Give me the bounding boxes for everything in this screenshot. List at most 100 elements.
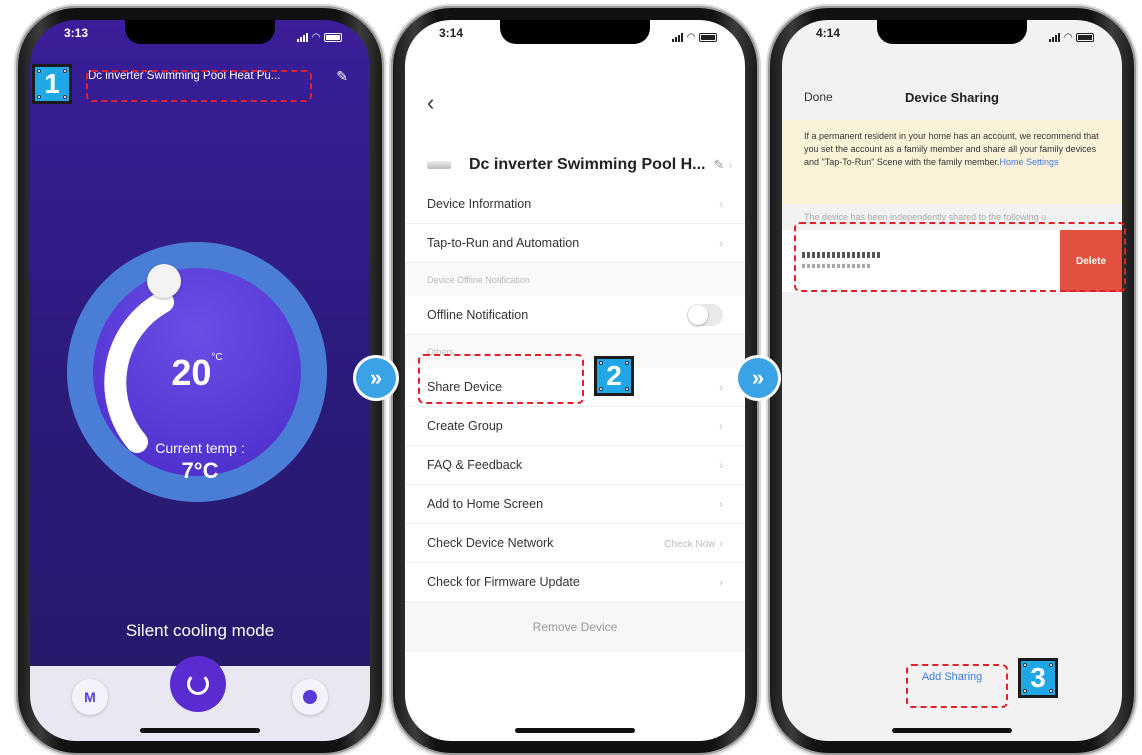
check-now-label: Check Now bbox=[664, 539, 716, 550]
nav-header: Done Device Sharing bbox=[782, 90, 1122, 112]
status-icons: ◠ bbox=[672, 26, 717, 48]
marker-dot bbox=[1023, 663, 1027, 667]
row-firmware-update[interactable]: Check for Firmware Update › bbox=[405, 563, 745, 602]
mode-button[interactable]: M bbox=[72, 679, 108, 715]
setpoint-value: 20 bbox=[171, 352, 212, 393]
setpoint-unit: °C bbox=[211, 352, 223, 363]
step-marker-1: 1 bbox=[32, 64, 72, 104]
row-tap-to-run[interactable]: Tap-to-Run and Automation › bbox=[405, 224, 745, 263]
section-header-offline: Device Offline Notification bbox=[405, 263, 745, 296]
marker-dot bbox=[1049, 663, 1053, 667]
chevron-right-icon: › bbox=[719, 197, 723, 211]
step-number: 3 bbox=[1030, 662, 1046, 693]
chevron-right-icon: › bbox=[719, 497, 723, 511]
wifi-icon: ◠ bbox=[312, 31, 320, 43]
chevron-right-icon: › bbox=[719, 458, 723, 472]
chevron-right-icon: › bbox=[719, 419, 723, 433]
setpoint-temperature: 20°C bbox=[67, 352, 327, 394]
row-label: FAQ & Feedback bbox=[427, 458, 523, 472]
signal-icon bbox=[297, 32, 309, 42]
marker-dot bbox=[37, 69, 41, 73]
status-time: 4:14 bbox=[816, 26, 841, 40]
row-create-group[interactable]: Create Group › bbox=[405, 407, 745, 446]
step-number: 2 bbox=[606, 360, 622, 391]
current-temp-label: Current temp : bbox=[155, 440, 245, 456]
mode-button-label: M bbox=[84, 689, 96, 705]
notch bbox=[125, 20, 275, 44]
device-name: Dc inverter Swimming Pool H... bbox=[469, 156, 706, 173]
notch bbox=[500, 20, 650, 44]
chevron-right-icon: › bbox=[719, 536, 723, 550]
row-label: Offline Notification bbox=[427, 308, 529, 322]
row-faq-feedback[interactable]: FAQ & Feedback › bbox=[405, 446, 745, 485]
status-time: 3:14 bbox=[439, 26, 464, 40]
edit-icon[interactable]: ✎ bbox=[714, 157, 725, 173]
marker-dot bbox=[63, 95, 67, 99]
signal-icon bbox=[1049, 32, 1061, 42]
next-step-arrow-1: » bbox=[356, 358, 396, 398]
notch bbox=[877, 20, 1027, 44]
marker-dot bbox=[599, 361, 603, 365]
phone-frame-3: 4:14 ◠ Done Device Sharing If a permanen… bbox=[770, 8, 1134, 753]
row-offline-notification: Offline Notification bbox=[405, 296, 745, 335]
back-chevron-icon[interactable]: ‹ bbox=[427, 90, 434, 116]
chevron-right-icon: › bbox=[719, 575, 723, 589]
row-label: Check for Firmware Update bbox=[427, 575, 580, 589]
wifi-icon: ◠ bbox=[1064, 31, 1072, 43]
highlight-shared-user bbox=[794, 222, 1126, 292]
screen-device-control: 3:13 ◠ Dc inverter Swimming Pool Heat Pu… bbox=[30, 20, 370, 741]
battery-icon bbox=[699, 32, 717, 42]
page-title: Device Sharing bbox=[905, 90, 999, 105]
timer-button[interactable] bbox=[292, 679, 328, 715]
step-marker-3: 3 bbox=[1018, 658, 1058, 698]
status-time: 3:13 bbox=[64, 26, 89, 40]
home-settings-link[interactable]: Home Settings bbox=[999, 157, 1058, 167]
marker-dot bbox=[625, 387, 629, 391]
row-add-home-screen[interactable]: Add to Home Screen › bbox=[405, 485, 745, 524]
marker-dot bbox=[1049, 689, 1053, 693]
next-step-arrow-2: » bbox=[738, 358, 778, 398]
screen-device-sharing: 4:14 ◠ Done Device Sharing If a permanen… bbox=[782, 20, 1122, 741]
current-temp-value: 7°C bbox=[181, 458, 219, 483]
status-icons: ◠ bbox=[1049, 26, 1094, 48]
battery-icon bbox=[324, 32, 342, 42]
home-indicator bbox=[515, 728, 635, 733]
chevron-right-icon: › bbox=[728, 158, 733, 172]
home-indicator bbox=[140, 728, 260, 733]
row-label: Tap-to-Run and Automation bbox=[427, 236, 580, 250]
row-label: Check Device Network bbox=[427, 536, 554, 550]
row-check-network[interactable]: Check Device Network Check Now › bbox=[405, 524, 745, 563]
device-header[interactable]: Dc inverter Swimming Pool H... ✎ › bbox=[405, 140, 745, 190]
signal-icon bbox=[672, 32, 684, 42]
marker-dot bbox=[625, 361, 629, 365]
wifi-icon: ◠ bbox=[687, 31, 695, 43]
step-marker-2: 2 bbox=[594, 356, 634, 396]
mode-label: Silent cooling mode bbox=[125, 621, 275, 640]
highlight-share-device bbox=[418, 354, 584, 404]
row-label: Device Information bbox=[427, 197, 532, 211]
power-button[interactable] bbox=[170, 656, 226, 712]
home-indicator bbox=[892, 728, 1012, 733]
marker-dot bbox=[599, 387, 603, 391]
edit-icon[interactable]: ✎ bbox=[336, 68, 348, 85]
shared-to-label: The device has been independently shared… bbox=[804, 212, 1047, 222]
battery-icon bbox=[1076, 32, 1094, 42]
marker-dot bbox=[63, 69, 67, 73]
clock-icon bbox=[303, 690, 317, 704]
highlight-device-title bbox=[86, 70, 312, 102]
highlight-add-sharing bbox=[906, 664, 1008, 708]
device-thumbnail bbox=[427, 161, 451, 169]
power-icon bbox=[187, 673, 209, 695]
offline-notification-toggle[interactable] bbox=[687, 304, 723, 326]
family-member-notice: If a permanent resident in your home has… bbox=[782, 120, 1122, 204]
row-device-information[interactable]: Device Information › bbox=[405, 185, 745, 224]
remove-device-button[interactable]: Remove Device bbox=[405, 602, 745, 652]
settings-list: Device Information › Tap-to-Run and Autom… bbox=[405, 185, 745, 652]
chevron-right-icon: › bbox=[719, 236, 723, 250]
status-icons: ◠ bbox=[297, 26, 342, 48]
row-label: Add to Home Screen bbox=[427, 497, 544, 511]
marker-dot bbox=[37, 95, 41, 99]
dial-knob[interactable] bbox=[147, 264, 181, 298]
marker-dot bbox=[1023, 689, 1027, 693]
step-number: 1 bbox=[44, 68, 60, 99]
